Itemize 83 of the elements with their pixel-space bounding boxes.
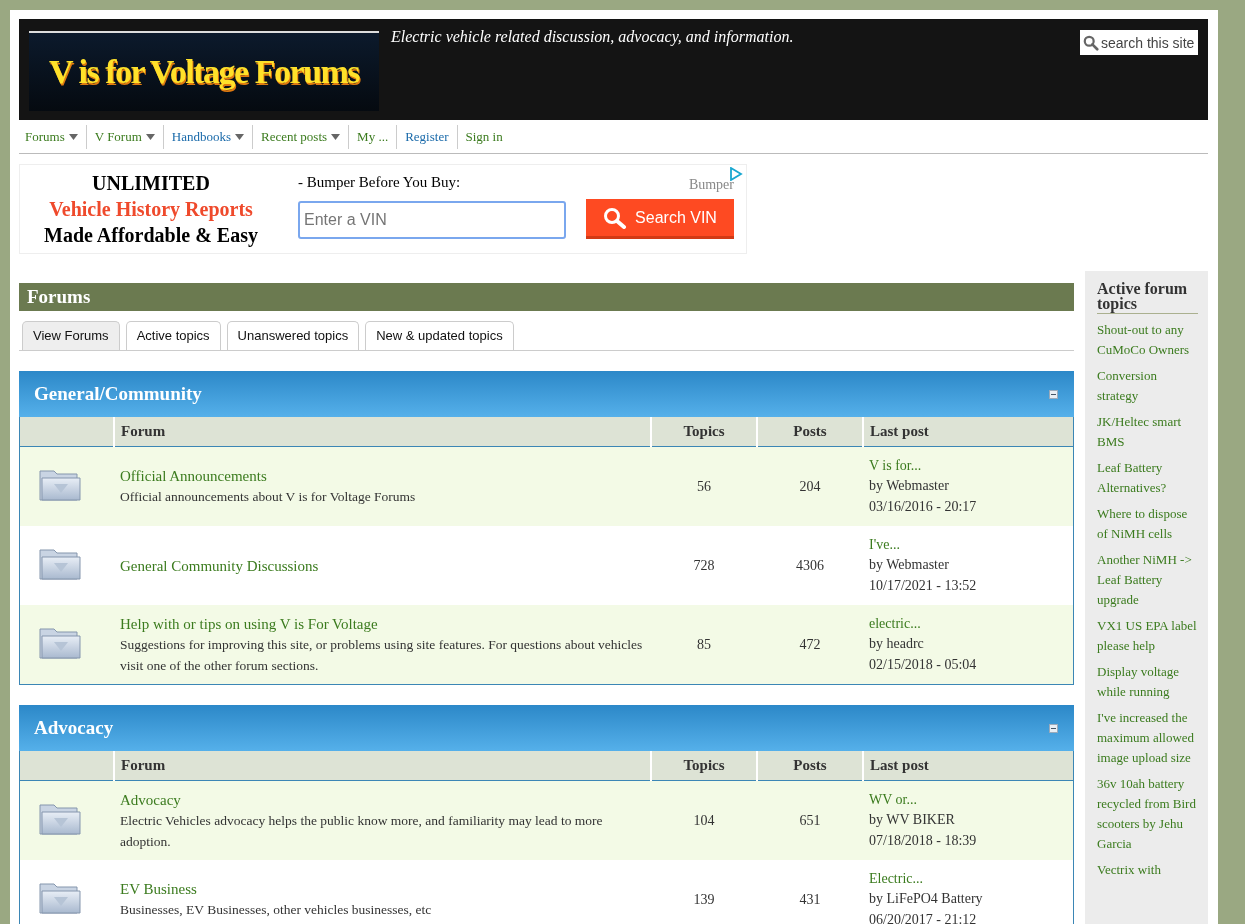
sidebar-title: Active forum topics <box>1097 281 1198 314</box>
topic-link[interactable]: I've increased the maximum allowed image upload size <box>1097 708 1198 768</box>
last-post-link[interactable]: electric... <box>869 613 1067 635</box>
topic-link[interactable]: 36v 10ah battery recycled from Bird scooters by Jehu Garcia <box>1097 774 1198 854</box>
last-post-author: by Webmaster <box>869 477 950 496</box>
last-post-link[interactable]: V is for... <box>869 455 1067 477</box>
column-header: Posts <box>757 417 863 447</box>
search-vin-button[interactable]: Search VIN <box>586 199 734 239</box>
topic-link[interactable]: JK/Heltec smart BMS <box>1097 412 1198 452</box>
topic-link[interactable]: Leaf Battery Alternatives? <box>1097 458 1198 498</box>
nav-link[interactable]: Sign in <box>456 124 511 149</box>
nav-link[interactable]: My ... <box>348 124 397 149</box>
last-post-date: 10/17/2021 - 13:52 <box>869 576 978 595</box>
forum-description: Businesses, EV Businesses, other vehicles businesses, etc <box>120 901 433 919</box>
nav-link[interactable]: Forums <box>19 124 86 149</box>
forum-description: Electric Vehicles advocacy helps the public know more, and familiarity may lead to more adoption. <box>120 811 604 851</box>
column-header: Last post <box>863 417 1074 447</box>
ad-choices-icon[interactable] <box>729 167 743 181</box>
forum-description: Suggestions for improving this site, or problems using site features. For questions about vehicles visit one of the other forum sections. <box>120 635 644 675</box>
topic-link[interactable]: Display voltage while running <box>1097 662 1198 702</box>
tab[interactable]: View Forums <box>22 321 120 350</box>
ad-headline: Made Affordable & Easy <box>44 223 258 248</box>
page-title: Forums <box>19 283 1074 311</box>
collapse-icon[interactable] <box>1049 389 1058 399</box>
forum-link[interactable]: Official Announcements <box>120 466 645 486</box>
posts-count: 4306 <box>757 526 863 605</box>
forum-link[interactable]: General Community Discussions <box>120 555 645 576</box>
last-post-author: by headrc <box>869 635 925 654</box>
topics-count: 728 <box>651 526 757 605</box>
forum-link[interactable]: EV Business <box>120 879 645 899</box>
vin-field[interactable]: Enter a VIN <box>298 201 566 239</box>
last-post-date: 02/15/2018 - 05:04 <box>869 655 978 674</box>
site-tagline: Electric vehicle related discussion, advocacy, and information. <box>391 28 795 48</box>
forum-description: Official announcements about V is for Voltage Forums <box>120 488 417 506</box>
nav-link[interactable]: Register <box>396 124 457 149</box>
last-post-link[interactable]: WV or... <box>869 789 1067 811</box>
search-field[interactable]: search this site <box>1080 30 1198 55</box>
ad-headline: Vehicle History Reports <box>49 197 253 222</box>
last-post-date: 07/18/2018 - 18:39 <box>869 831 978 850</box>
posts-count: 472 <box>757 605 863 685</box>
topics-count: 85 <box>651 605 757 685</box>
topic-link[interactable]: Conversion strategy <box>1097 366 1198 406</box>
last-post-author: by LiFePO4 Battery <box>869 890 984 909</box>
topics-count: 139 <box>651 860 757 924</box>
topic-link[interactable]: Vectrix with <box>1097 860 1198 880</box>
topic-link[interactable]: VX1 US EPA label please help <box>1097 616 1198 656</box>
ad-tagline: - Bumper Before You Buy: <box>298 174 462 191</box>
column-header: Last post <box>863 751 1074 781</box>
nav-link[interactable]: Handbooks <box>162 124 253 149</box>
category-title[interactable]: General/Community <box>34 383 202 405</box>
nav-link[interactable]: V Forum <box>85 124 163 149</box>
site-logo[interactable]: V is for Voltage Forums <box>29 31 379 111</box>
ad-headline: UNLIMITED <box>92 171 210 196</box>
topics-count: 104 <box>651 780 757 860</box>
topic-link[interactable]: Where to dispose of NiMH cells <box>1097 504 1198 544</box>
collapse-icon[interactable] <box>1049 723 1058 733</box>
forum-link[interactable]: Help with or tips on using V is For Voltage <box>120 613 645 634</box>
column-header: Forum <box>114 417 651 447</box>
column-header: Forum <box>114 751 651 781</box>
last-post-link[interactable]: Electric... <box>869 868 1067 890</box>
column-header: Topics <box>651 417 757 447</box>
last-post-link[interactable]: I've... <box>869 534 1067 556</box>
last-post-author: by Webmaster <box>869 556 950 575</box>
topics-count: 56 <box>651 446 757 526</box>
column-header: Posts <box>757 751 863 781</box>
category-title[interactable]: Advocacy <box>34 717 114 739</box>
topic-link[interactable]: Shout-out to any CuMoCo Owners <box>1097 320 1198 360</box>
topic-link[interactable]: Another NiMH -> Leaf Battery upgrade <box>1097 550 1198 610</box>
search-icon <box>1083 33 1099 52</box>
forum-link[interactable]: Advocacy <box>120 789 645 810</box>
advertiser-name: Bumper <box>688 177 734 193</box>
last-post-date: 06/20/2017 - 21:12 <box>869 910 978 924</box>
tab[interactable]: New & updated topics <box>365 321 514 350</box>
tab[interactable]: Active topics <box>125 321 221 350</box>
tab[interactable]: Unanswered topics <box>226 321 360 350</box>
search-icon <box>603 206 628 229</box>
last-post-author: by WV BIKER <box>869 811 956 830</box>
last-post-date: 03/16/2016 - 20:17 <box>869 497 978 516</box>
posts-count: 431 <box>757 860 863 924</box>
column-header: Topics <box>651 751 757 781</box>
nav-link[interactable]: Recent posts <box>252 124 349 149</box>
posts-count: 204 <box>757 446 863 526</box>
posts-count: 651 <box>757 780 863 860</box>
